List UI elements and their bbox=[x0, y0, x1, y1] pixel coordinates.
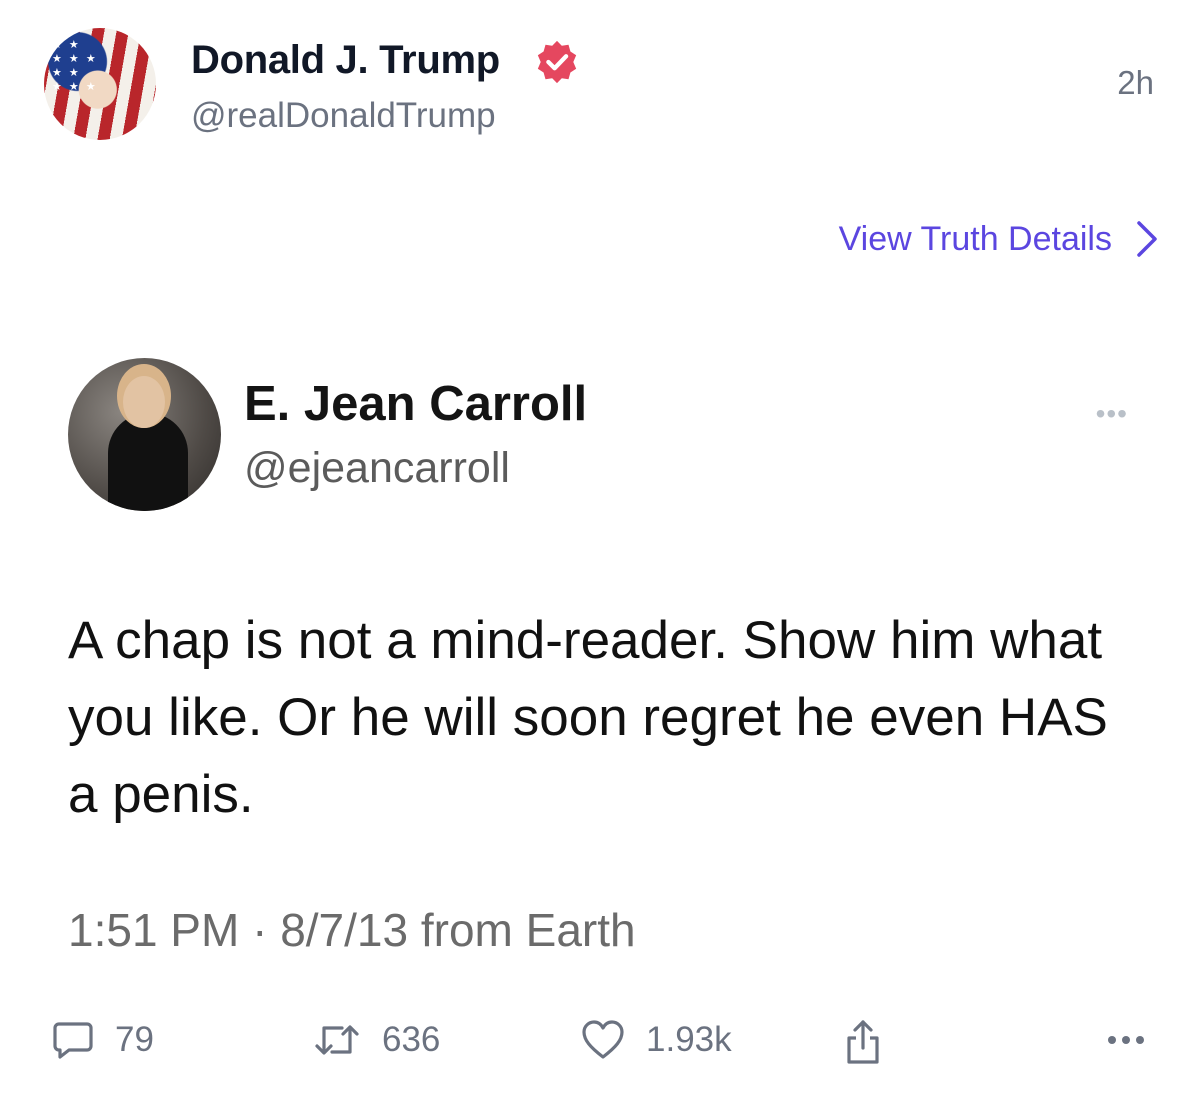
author-handle[interactable]: @realDonaldTrump bbox=[191, 96, 496, 136]
share-icon bbox=[847, 1020, 879, 1064]
retruth-count: 636 bbox=[382, 1020, 441, 1059]
author-name[interactable]: Donald J. Trump bbox=[191, 38, 500, 83]
reply-count: 79 bbox=[115, 1020, 154, 1059]
like-button[interactable]: 1.93k bbox=[580, 1018, 732, 1062]
reply-button[interactable]: 79 bbox=[51, 1018, 154, 1062]
embedded-post-text: A chap is not a mind-reader. Show him wh… bbox=[68, 611, 1108, 824]
action-bar: 79 636 1.93k bbox=[0, 1018, 1200, 1078]
share-button[interactable] bbox=[843, 1018, 883, 1066]
retruth-button[interactable]: 636 bbox=[312, 1018, 440, 1062]
embedded-more-icon: ••• bbox=[1095, 398, 1128, 429]
avatar-stars-decoration: ★ ★ ★ ★ ★ ★ ★ ★ ★ ★ bbox=[52, 39, 98, 93]
more-icon bbox=[1108, 1036, 1144, 1044]
embedded-author-handle: @ejeancarroll bbox=[244, 444, 510, 492]
like-count: 1.93k bbox=[646, 1020, 732, 1059]
avatar-head bbox=[123, 376, 165, 428]
like-icon bbox=[582, 1020, 624, 1059]
avatar-figure bbox=[108, 413, 188, 511]
embedded-author-name: E. Jean Carroll bbox=[244, 377, 588, 431]
retruth-icon bbox=[315, 1025, 359, 1055]
more-options-button[interactable] bbox=[1104, 1018, 1148, 1062]
post-timestamp: 2h bbox=[1117, 64, 1154, 101]
embedded-post-meta: 1:51 PM · 8/7/13 from Earth bbox=[68, 904, 636, 956]
view-truth-details-link[interactable]: View Truth Details bbox=[839, 219, 1160, 259]
chevron-right-icon bbox=[1137, 221, 1157, 257]
embedded-author-avatar bbox=[68, 358, 221, 511]
verified-badge-icon bbox=[537, 40, 577, 84]
author-avatar[interactable]: ★ ★ ★ ★ ★ ★ ★ ★ ★ ★ bbox=[44, 28, 156, 140]
view-truth-details-label: View Truth Details bbox=[838, 219, 1112, 258]
truth-post: ★ ★ ★ ★ ★ ★ ★ ★ ★ ★ Donald J. Trump @realDo… bbox=[0, 0, 1200, 1105]
reply-icon bbox=[53, 1022, 93, 1059]
